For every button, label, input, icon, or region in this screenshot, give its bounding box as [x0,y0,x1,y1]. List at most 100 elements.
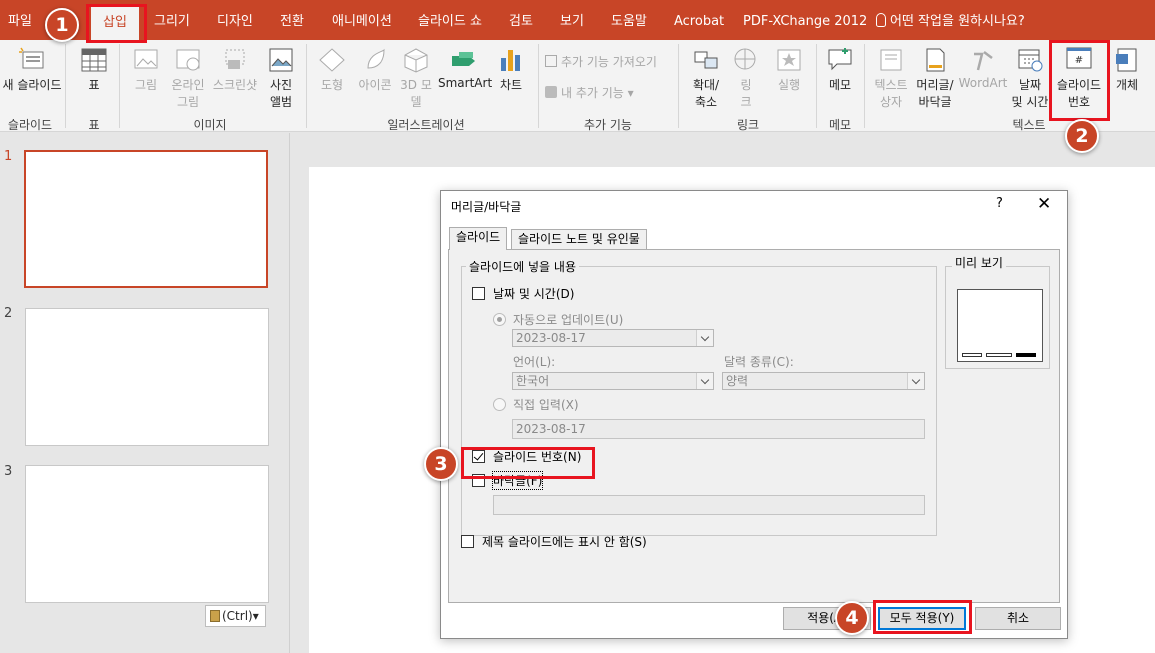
tab-view[interactable]: 보기 [560,0,584,40]
ribbon: 새 슬라이드 슬라이드 표 표 그림 온라인 그림 스크린샷 사진 앨범 이미지… [0,40,1155,132]
comment-button[interactable]: 메모 [822,46,858,93]
group-label-images: 이미지 [193,118,227,132]
tell-me-search[interactable]: 어떤 작업을 원하시나요? [876,0,1025,40]
tab-notes-handouts[interactable]: 슬라이드 노트 및 유인물 [511,229,647,250]
store-icon [545,55,557,67]
header-footer-button[interactable]: 머리글/ 바닥글 [914,46,956,110]
chevron-down-icon [696,330,713,346]
clipboard-icon [210,610,220,622]
tab-slideshow[interactable]: 슬라이드 쇼 [418,0,482,40]
dont-show-title-checkbox[interactable] [461,535,474,548]
slide-thumbnail-2[interactable] [25,308,269,446]
paste-options-button[interactable]: (Ctrl)▾ [205,605,266,627]
photo-album-label-2: 앨범 [269,95,293,109]
fixed-date-input[interactable]: 2023-08-17 [512,419,925,439]
language-value: 한국어 [516,374,550,388]
fixed-date-radio[interactable] [493,398,506,411]
tab-review[interactable]: 검토 [509,0,533,40]
calendar-type-select[interactable]: 양력 [722,372,925,390]
highlight-apply-all-button [873,600,972,634]
slide-thumbnail-3[interactable] [25,465,269,603]
group-label-text: 텍스트 [1012,118,1046,132]
icons-button[interactable]: 아이콘 [354,46,396,93]
tab-animations[interactable]: 애니메이션 [332,0,392,40]
tab-draw[interactable]: 그리기 [154,0,190,40]
new-slide-button[interactable]: 새 슬라이드 [0,46,64,93]
object-icon [1116,48,1137,72]
zoom-label-1: 확대/ [692,78,720,92]
smartart-button[interactable]: SmartArt [438,46,493,90]
date-time-button[interactable]: 날짜 및 시간 [1010,46,1050,110]
tab-help[interactable]: 도움말 [611,0,647,40]
textbox-label-1: 텍스트 [874,78,908,92]
chart-label: 차트 [499,78,523,92]
3d-models-button[interactable]: 3D 모 델 [398,46,434,110]
bar-chart-icon [501,50,520,71]
close-icon[interactable]: ✕ [1037,194,1051,214]
date-time-label-1: 날짜 [1018,78,1042,92]
highlight-slide-number-button [1049,40,1110,121]
auto-update-label: 자동으로 업데이트(U) [513,313,624,327]
tab-design[interactable]: 디자인 [217,0,253,40]
tab-transitions[interactable]: 전환 [280,0,304,40]
ribbon-separator [816,44,817,128]
footer-input[interactable] [493,495,925,515]
chevron-down-icon: ▾ [252,609,259,623]
screenshot-label: 스크린샷 [212,78,258,92]
shapes-label: 도형 [320,78,344,92]
preview-footer-placeholder [986,353,1012,357]
language-select[interactable]: 한국어 [512,372,714,390]
my-addins-button[interactable]: 내 추가 기능 ▾ [545,84,634,101]
globe-link-icon [734,48,756,70]
online-picture-button[interactable]: 온라인 그림 [166,46,210,110]
language-label: 언어(L): [513,355,556,369]
tab-pdfxchange[interactable]: PDF-XChange 2012 [743,0,867,40]
date-time-label: 날짜 및 시간(D) [493,287,575,301]
table-label: 표 [88,78,100,92]
get-addins-button[interactable]: 추가 기능 가져오기 [545,53,657,70]
table-button[interactable]: 표 [76,46,112,93]
picture-label: 그림 [134,78,158,92]
ribbon-separator [119,44,120,128]
slide-thumbnail-1[interactable] [24,150,268,288]
3d-models-label-2: 델 [410,95,422,109]
step-badge-3: 3 [424,447,458,481]
object-button[interactable]: 개체 [1110,46,1144,93]
photo-album-button[interactable]: 사진 앨범 [262,46,300,110]
wordart-button[interactable]: WordArt [958,46,1008,90]
cancel-button[interactable]: 취소 [975,607,1061,630]
tab-slide[interactable]: 슬라이드 [449,227,508,250]
group-label-comments: 메모 [828,118,852,132]
slide-thumbnail-pane: 1 2 3 [0,133,290,653]
highlight-slide-number-checkbox [461,447,595,479]
tab-acrobat[interactable]: Acrobat [674,0,724,40]
picture-button[interactable]: 그림 [128,46,164,93]
textbox-button[interactable]: 텍스트 상자 [870,46,912,110]
table-icon [81,48,107,72]
action-button[interactable]: 실행 [770,46,808,93]
slide-number-1: 1 [4,149,13,164]
auto-update-radio[interactable] [493,313,506,326]
include-on-slide-legend: 슬라이드에 넣을 내용 [466,258,579,275]
get-addins-label: 추가 기능 가져오기 [561,55,657,69]
screenshot-button[interactable]: 스크린샷 [210,46,260,93]
step-badge-2: 2 [1065,119,1099,153]
calendar-type-label: 달력 종류(C): [724,355,794,369]
zoom-button[interactable]: 확대/ 축소 [684,46,728,110]
date-time-checkbox[interactable] [472,287,485,300]
tab-file[interactable]: 파일 [8,0,32,40]
link-button[interactable]: 링 크 [730,46,762,110]
group-label-tables: 표 [88,118,100,132]
screenshot-icon [225,49,245,69]
group-label-slides: 슬라이드 [7,118,53,132]
highlight-insert-tab [86,4,147,43]
comment-label: 메모 [828,78,852,92]
auto-date-select[interactable]: 2023-08-17 [512,329,714,347]
chart-button[interactable]: 차트 [494,46,528,93]
help-button[interactable]: ? [996,196,1003,211]
ribbon-separator [306,44,307,128]
shapes-button[interactable]: 도형 [314,46,350,93]
smartart-label: SmartArt [438,76,493,90]
link-label-2: 크 [740,95,752,109]
action-label: 실행 [777,78,801,92]
